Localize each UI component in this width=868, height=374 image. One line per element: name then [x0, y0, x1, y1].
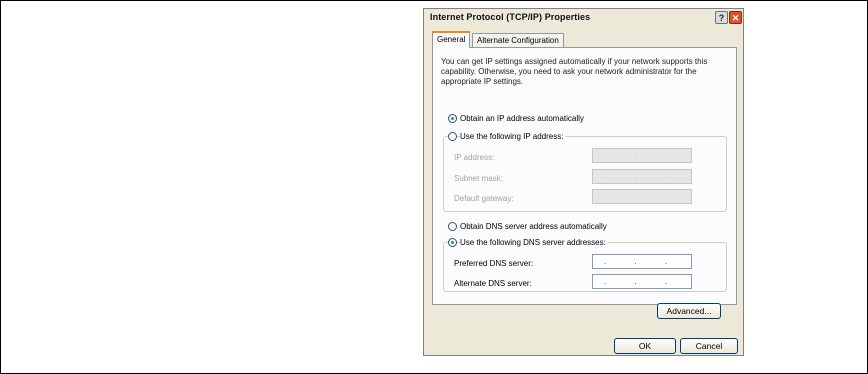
obtain-dns-auto-radio[interactable]: [448, 222, 457, 231]
obtain-dns-auto-label[interactable]: Obtain DNS server address automatically: [460, 222, 607, 231]
close-button[interactable]: ✕: [729, 11, 742, 24]
description-text: You can get IP settings assigned automat…: [441, 57, 708, 86]
ip-address-label: IP address:: [454, 153, 495, 162]
use-following-ip-radio[interactable]: [448, 132, 457, 141]
subnet-mask-label: Subnet mask:: [454, 174, 503, 183]
default-gateway-field[interactable]: . . .: [592, 189, 692, 204]
tcpip-properties-dialog: Internet Protocol (TCP/IP) Properties ? …: [423, 8, 744, 356]
use-following-dns-radio[interactable]: [448, 238, 457, 247]
use-following-dns-label[interactable]: Use the following DNS server addresses:: [460, 238, 608, 247]
use-following-ip-label[interactable]: Use the following IP address:: [460, 132, 566, 141]
help-button[interactable]: ?: [715, 11, 728, 24]
tab-alternate-configuration[interactable]: Alternate Configuration: [472, 33, 564, 47]
preferred-dns-label: Preferred DNS server:: [454, 259, 534, 268]
ok-button[interactable]: OK: [614, 338, 676, 354]
preferred-dns-field[interactable]: . . .: [592, 254, 692, 269]
default-gateway-label: Default gateway:: [454, 194, 514, 203]
cancel-button[interactable]: Cancel: [680, 338, 738, 354]
alternate-dns-field[interactable]: . . .: [592, 274, 692, 289]
close-icon: ✕: [731, 13, 740, 23]
obtain-ip-auto-label[interactable]: Obtain an IP address automatically: [460, 114, 584, 123]
help-icon: ?: [718, 13, 725, 23]
advanced-button[interactable]: Advanced...: [657, 303, 721, 319]
title-bar[interactable]: Internet Protocol (TCP/IP) Properties ? …: [424, 9, 743, 27]
tab-general[interactable]: General: [432, 31, 471, 48]
ip-address-field[interactable]: . . .: [592, 148, 692, 163]
dialog-title: Internet Protocol (TCP/IP) Properties: [430, 12, 591, 22]
obtain-ip-auto-radio[interactable]: [448, 114, 457, 123]
general-tab-panel: You can get IP settings assigned automat…: [432, 47, 737, 305]
alternate-dns-label: Alternate DNS server:: [454, 279, 532, 288]
subnet-mask-field[interactable]: . . .: [592, 169, 692, 184]
